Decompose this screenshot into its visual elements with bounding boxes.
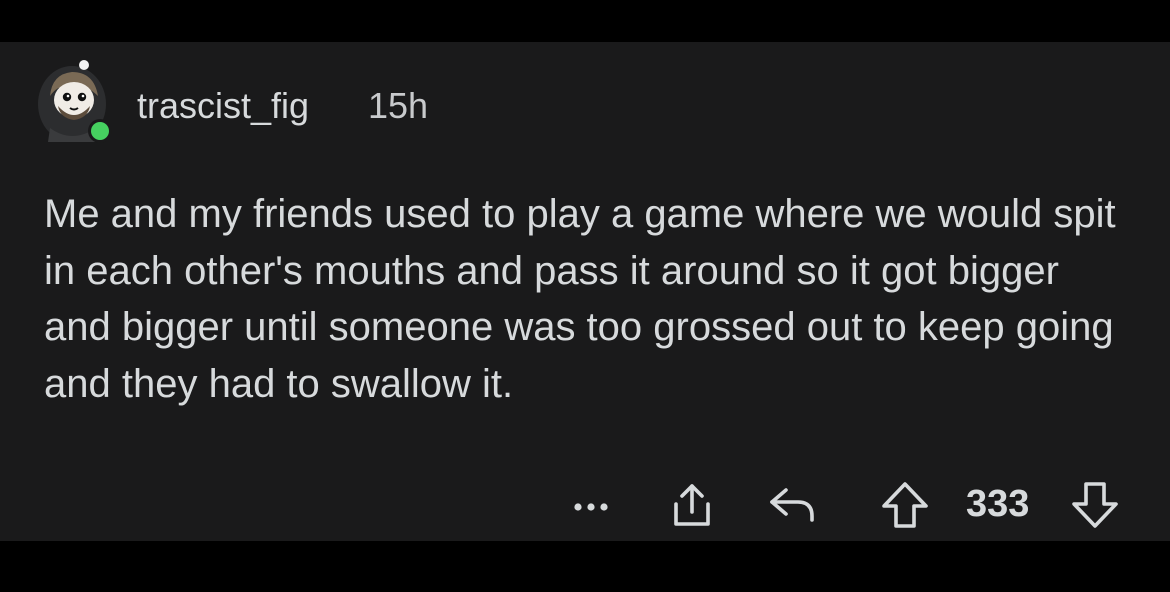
share-icon[interactable] — [666, 480, 718, 532]
top-letterbox — [0, 0, 1170, 42]
user-avatar[interactable] — [36, 58, 118, 148]
upvote-icon[interactable] — [878, 478, 932, 532]
downvote-icon[interactable] — [1068, 478, 1122, 532]
reply-icon[interactable] — [766, 482, 820, 526]
comment-author[interactable]: trascist_fig — [137, 86, 309, 126]
vote-score: 333 — [966, 483, 1030, 525]
comment-age: 15h — [368, 85, 429, 126]
more-options-icon[interactable] — [570, 492, 614, 522]
comment-body: Me and my friends used to play a game wh… — [44, 192, 1116, 406]
online-status-indicator — [91, 122, 109, 140]
avatar-image — [38, 60, 112, 143]
bottom-letterbox — [0, 541, 1170, 592]
